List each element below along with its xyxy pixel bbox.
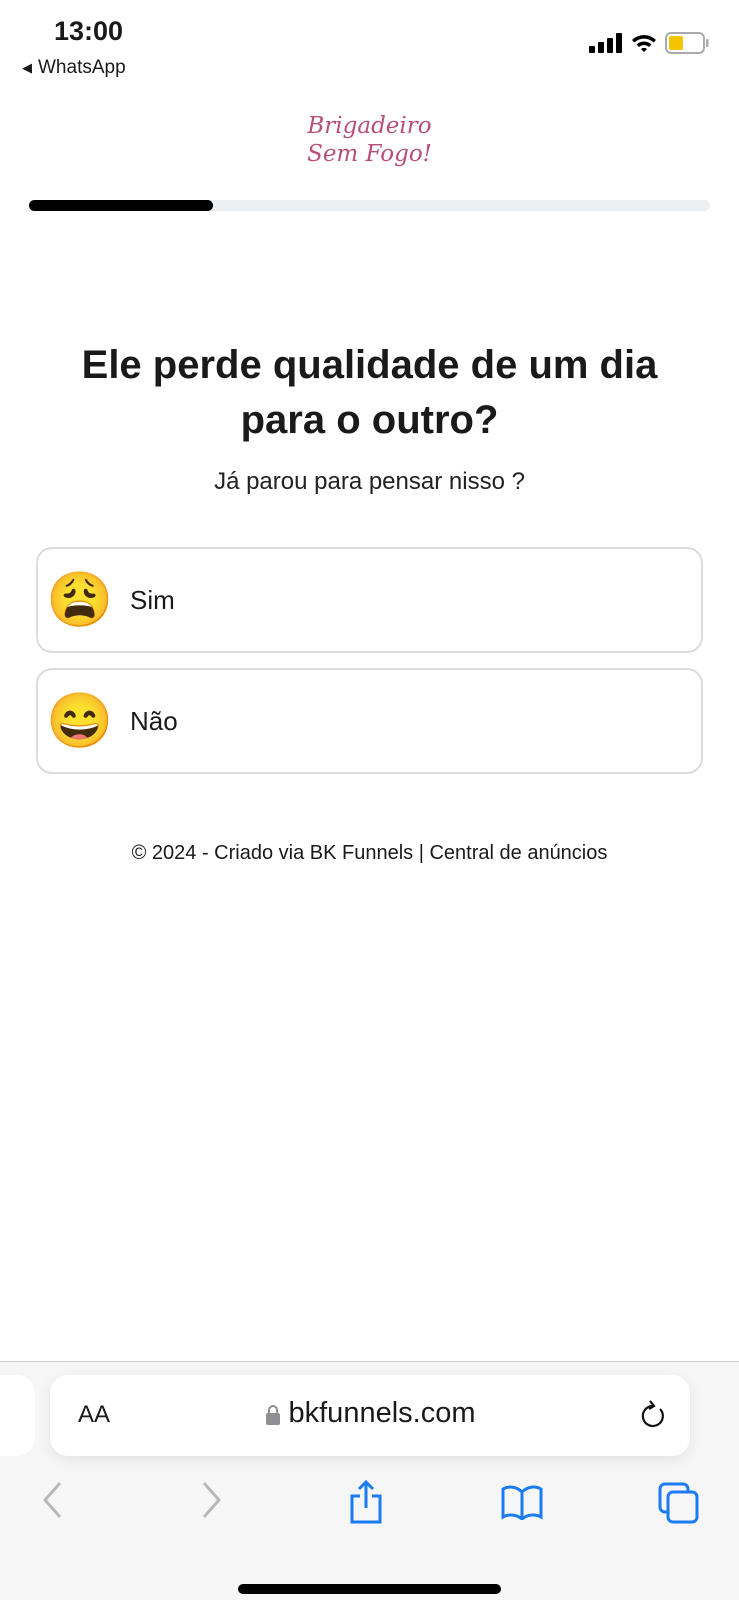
grinning-face-icon: 😄 (46, 691, 114, 751)
footer-ads-link[interactable]: Central de anúncios (429, 842, 607, 864)
battery-icon (665, 32, 709, 54)
home-indicator[interactable] (238, 1584, 501, 1594)
forward-chevron-icon[interactable] (200, 1480, 224, 1520)
weary-face-icon: 😩 (46, 570, 114, 630)
signal-icon (589, 33, 622, 53)
safari-toolbar: AA bkfunnels.com (0, 1361, 739, 1600)
option-label: Sim (130, 584, 175, 615)
reload-icon[interactable] (638, 1397, 668, 1431)
question-title: Ele perde qualidade de um dia para o out… (81, 343, 658, 442)
footer: © 2024 - Criado via BK Funnels | Central… (0, 842, 739, 865)
tabs-icon[interactable] (658, 1482, 700, 1524)
option-sim[interactable]: 😩 Sim (36, 547, 703, 653)
status-icons (589, 32, 709, 54)
address-bar[interactable]: AA bkfunnels.com (50, 1375, 690, 1456)
url-text[interactable]: bkfunnels.com (289, 1397, 476, 1430)
footer-separator: | (418, 842, 424, 864)
bookmarks-icon[interactable] (500, 1484, 544, 1520)
status-time: 13:00 (54, 16, 124, 46)
lock-icon (265, 1404, 280, 1425)
wifi-icon (632, 35, 656, 52)
previous-tab-preview[interactable] (0, 1375, 35, 1456)
brand-logo: Brigadeiro Sem Fogo! (307, 113, 432, 167)
option-label: Não (130, 705, 178, 736)
share-icon[interactable] (348, 1480, 384, 1524)
quiz-progress-bar (29, 200, 710, 211)
back-chevron-icon[interactable] (40, 1480, 64, 1520)
back-to-app[interactable]: ◀ WhatsApp (22, 57, 126, 79)
option-nao[interactable]: 😄 Não (36, 668, 703, 774)
footer-credit[interactable]: © 2024 - Criado via BK Funnels (132, 842, 414, 864)
progress-fill (29, 200, 213, 211)
back-app-label: WhatsApp (38, 57, 126, 78)
question-subtitle: Já parou para pensar nisso ? (214, 468, 525, 495)
back-triangle-icon: ◀ (22, 60, 32, 75)
